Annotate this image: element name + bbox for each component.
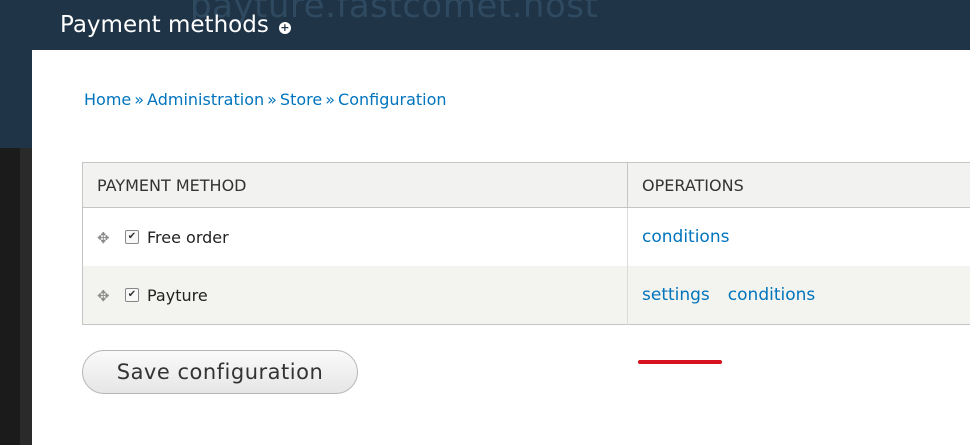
save-configuration-button[interactable]: Save configuration [82, 350, 358, 394]
operations-cell: settings conditions [627, 266, 970, 325]
drag-handle-icon[interactable]: ✥ [97, 287, 111, 305]
main-content: Home» Administration» Store» Configuration … [32, 50, 970, 445]
enabled-checkbox[interactable]: ✔ [125, 230, 139, 244]
breadcrumb-separator: » [134, 90, 145, 109]
settings-link[interactable]: settings [642, 285, 710, 305]
page-title: Payment methods [60, 12, 269, 38]
add-shortcut-icon[interactable]: + [278, 22, 291, 34]
enabled-checkbox[interactable]: ✔ [125, 288, 139, 302]
breadcrumb-home[interactable]: Home [84, 90, 131, 109]
payment-method-name: Free order [147, 227, 229, 247]
breadcrumb: Home» Administration» Store» Configuration [84, 90, 447, 109]
payment-method-name: Payture [147, 285, 208, 305]
admin-sidebar-edge-lower [0, 148, 32, 445]
column-header-operations: OPERATIONS [627, 162, 970, 208]
table-header-row: PAYMENT METHOD OPERATIONS [82, 162, 970, 208]
breadcrumb-configuration[interactable]: Configuration [338, 90, 447, 109]
breadcrumb-store[interactable]: Store [280, 90, 322, 109]
payment-method-cell: ✥ ✔ Payture [82, 266, 628, 325]
conditions-link[interactable]: conditions [642, 227, 729, 247]
payment-methods-table: PAYMENT METHOD OPERATIONS ✥ ✔ Free order c… [82, 162, 970, 325]
drag-handle-icon[interactable]: ✥ [97, 229, 111, 247]
page-header: payture.fastcomet.host Payment methods + [32, 0, 970, 50]
admin-sidebar-edge [0, 0, 32, 148]
settings-highlight-underline [638, 360, 722, 364]
operations-cell: conditions [627, 207, 970, 266]
table-row: ✥ ✔ Free order conditions [82, 207, 970, 266]
conditions-link[interactable]: conditions [728, 285, 815, 305]
table-row: ✥ ✔ Payture settings conditions [82, 266, 970, 325]
page-title-wrap: Payment methods + [60, 12, 291, 38]
breadcrumb-separator: » [267, 90, 277, 109]
column-header-payment-method: PAYMENT METHOD [82, 162, 628, 208]
breadcrumb-administration[interactable]: Administration [147, 90, 264, 109]
payment-method-cell: ✥ ✔ Free order [82, 207, 628, 266]
breadcrumb-separator: » [325, 90, 336, 109]
